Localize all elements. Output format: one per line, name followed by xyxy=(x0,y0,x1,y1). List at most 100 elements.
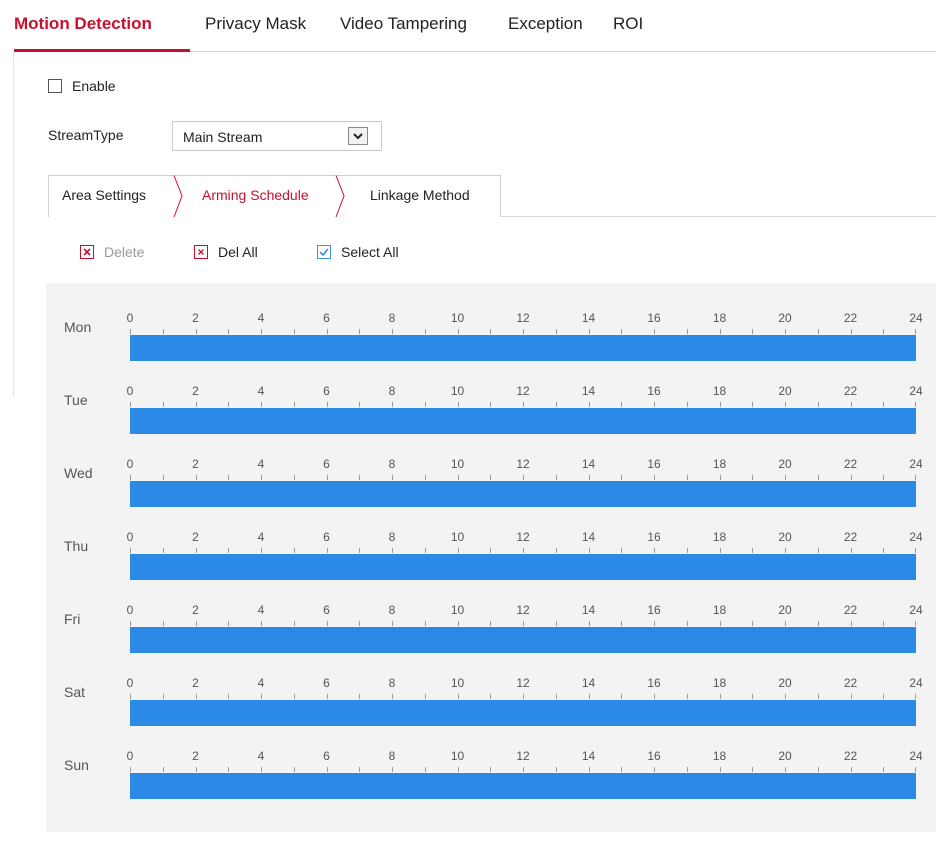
hour-tick xyxy=(555,548,557,553)
hour-tick-label: 0 xyxy=(126,311,134,325)
hour-tick xyxy=(752,402,754,407)
hour-tick-label: 12 xyxy=(516,311,530,325)
schedule-bar-fri[interactable] xyxy=(130,627,916,653)
schedule-bar-wed[interactable] xyxy=(130,481,916,507)
hour-tick-label: 2 xyxy=(192,311,199,325)
tab-arming-schedule[interactable]: Arming Schedule xyxy=(202,187,309,203)
hour-tick xyxy=(686,402,688,407)
hour-tick-label: 6 xyxy=(323,384,330,398)
tab-motion-detection[interactable]: Motion Detection xyxy=(14,14,152,34)
del-all-button[interactable]: Del All xyxy=(194,244,258,260)
hour-tick xyxy=(785,767,786,772)
stream-type-select[interactable]: Main Stream xyxy=(172,121,382,151)
hour-tick-label: 0 xyxy=(126,676,134,690)
hour-tick xyxy=(130,767,131,772)
hour-tick xyxy=(654,767,655,772)
schedule-bar-mon[interactable] xyxy=(130,335,916,361)
hour-tick xyxy=(490,329,492,334)
day-label: Wed xyxy=(64,465,93,481)
tab-roi[interactable]: ROI xyxy=(613,14,643,34)
chevron-down-icon[interactable] xyxy=(348,127,368,145)
hour-tick-label: 10 xyxy=(450,530,465,544)
hour-tick-label: 10 xyxy=(450,311,465,325)
tab-area-settings[interactable]: Area Settings xyxy=(62,187,146,203)
hour-tick-label: 16 xyxy=(647,749,661,763)
hour-tick-label: 20 xyxy=(778,384,792,398)
hour-tick-label: 22 xyxy=(843,676,858,690)
hour-tick-label: 20 xyxy=(778,603,792,617)
hour-tick-label: 16 xyxy=(647,384,661,398)
hour-tick-label: 20 xyxy=(778,457,792,471)
hour-tick-label: 2 xyxy=(192,384,199,398)
hour-tick xyxy=(817,548,819,553)
hour-tick-label: 22 xyxy=(843,749,858,763)
schedule-bar-sun[interactable] xyxy=(130,773,916,799)
delete-button[interactable]: Delete xyxy=(80,244,144,260)
hour-tick-label: 14 xyxy=(581,676,596,690)
hour-tick xyxy=(523,402,524,407)
tab-privacy-mask[interactable]: Privacy Mask xyxy=(205,14,306,34)
hour-tick xyxy=(359,767,361,772)
hour-tick xyxy=(490,402,492,407)
hour-tick-label: 12 xyxy=(516,676,530,690)
hour-tick xyxy=(326,475,328,480)
hour-tick xyxy=(817,402,819,407)
hour-tick xyxy=(719,621,721,626)
schedule-bar-sat[interactable] xyxy=(130,700,916,726)
hour-tick-label: 4 xyxy=(257,749,265,763)
enable-label: Enable xyxy=(72,78,116,94)
hour-tick xyxy=(228,475,230,480)
hour-tick xyxy=(130,329,131,334)
hour-tick xyxy=(850,402,852,407)
enable-checkbox[interactable] xyxy=(48,79,62,93)
hour-tick xyxy=(752,475,754,480)
hour-ticks xyxy=(130,400,916,408)
hour-tick xyxy=(850,767,852,772)
schedule-row-tue: Tue 0 2 4 6 8 10 12 14 16 18 20 22 24 xyxy=(46,374,936,434)
hour-tick xyxy=(621,694,623,699)
hour-tick xyxy=(752,548,754,553)
hour-tick xyxy=(457,767,459,772)
left-divider xyxy=(13,52,14,397)
hour-tick xyxy=(817,329,819,334)
hour-tick xyxy=(162,694,164,699)
hour-tick-label: 10 xyxy=(450,603,465,617)
hour-tick-label: 24 xyxy=(909,384,923,398)
hour-tick-label: 8 xyxy=(388,457,396,471)
hour-tick xyxy=(883,767,885,772)
tab-video-tampering[interactable]: Video Tampering xyxy=(340,14,467,34)
schedule-bar-tue[interactable] xyxy=(130,408,916,434)
arming-schedule-panel: Mon 0 2 4 6 8 10 12 14 16 18 20 22 24 Tue 0 2 4 6 8 10 12 14 16… xyxy=(46,283,936,832)
hour-tick-label: 8 xyxy=(388,384,396,398)
hour-tick xyxy=(195,767,197,772)
hour-tick xyxy=(686,548,688,553)
schedule-bar-thu[interactable] xyxy=(130,554,916,580)
hour-ticks xyxy=(130,619,916,627)
day-label: Fri xyxy=(64,611,81,627)
hour-tick xyxy=(752,621,754,626)
stream-type-label: StreamType xyxy=(48,127,124,143)
hour-tick xyxy=(130,621,131,626)
hour-tick xyxy=(915,329,916,334)
hour-tick xyxy=(457,548,459,553)
hour-tick xyxy=(555,767,557,772)
schedule-row-sat: Sat 0 2 4 6 8 10 12 14 16 18 20 22 24 xyxy=(46,666,936,726)
tab-linkage-method[interactable]: Linkage Method xyxy=(370,187,470,203)
hour-tick xyxy=(883,329,885,334)
hour-tick-label: 20 xyxy=(778,676,792,690)
hour-tick xyxy=(915,475,916,480)
tab-exception[interactable]: Exception xyxy=(508,14,583,34)
hour-tick xyxy=(719,548,721,553)
sub-tab-bar: Area Settings Arming Schedule Linkage Me… xyxy=(48,175,936,218)
hour-tick xyxy=(588,694,590,699)
hour-tick-label: 14 xyxy=(581,457,596,471)
hour-tick xyxy=(785,475,786,480)
select-all-button[interactable]: Select All xyxy=(317,244,399,260)
hour-tick xyxy=(228,694,230,699)
hour-tick-label: 24 xyxy=(909,676,923,690)
hour-tick xyxy=(162,767,164,772)
hour-tick-label: 22 xyxy=(843,530,858,544)
hour-tick xyxy=(523,767,524,772)
hour-tick xyxy=(326,329,328,334)
hour-tick-label: 16 xyxy=(647,311,661,325)
